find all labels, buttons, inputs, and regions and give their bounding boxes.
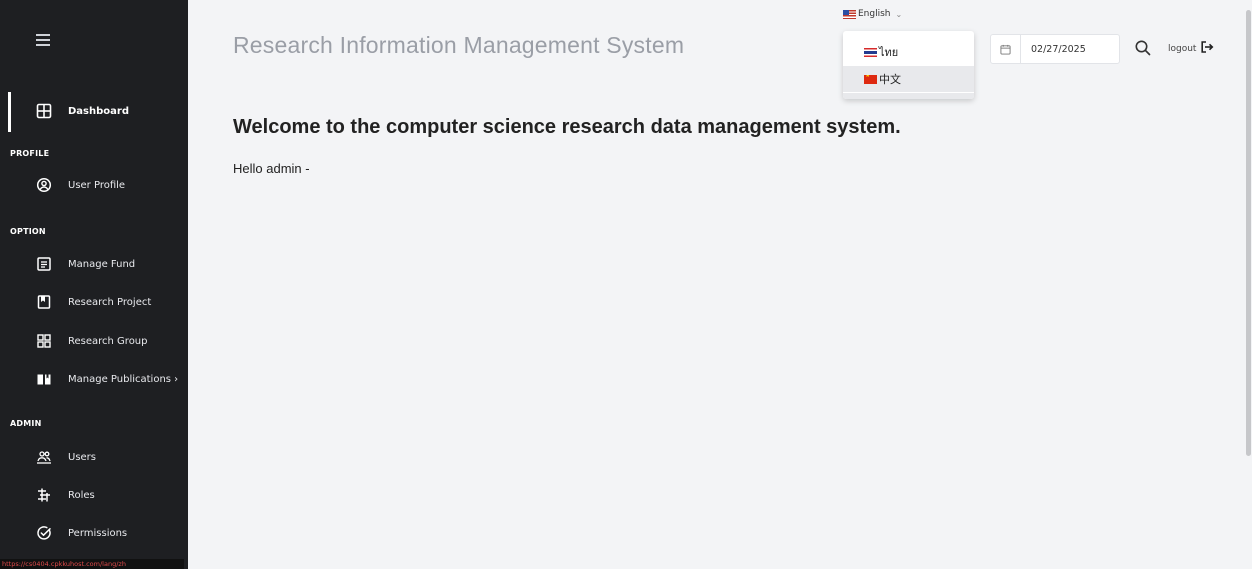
dropdown-footer xyxy=(843,93,974,99)
sidebar-item-users[interactable]: Users xyxy=(36,447,96,467)
sidebar-item-label: Users xyxy=(68,451,97,463)
sidebar-item-roles[interactable]: Roles xyxy=(36,485,95,505)
language-option-thai[interactable]: ไทย xyxy=(843,39,974,65)
greeting-text: Hello admin - xyxy=(233,161,310,176)
users-icon xyxy=(36,449,52,465)
sidebar-item-manage-fund[interactable]: Manage Fund xyxy=(36,254,135,274)
active-indicator xyxy=(8,92,11,132)
roles-icon xyxy=(36,487,52,503)
calendar-icon[interactable] xyxy=(991,35,1021,63)
bookmark-icon xyxy=(36,294,52,310)
sidebar-item-research-project[interactable]: Research Project xyxy=(36,292,151,312)
section-title-profile: PROFILE xyxy=(10,149,50,158)
logout-button[interactable]: logout xyxy=(1168,40,1214,57)
sidebar-item-label: Permissions xyxy=(68,527,128,539)
status-bar-url: https://cs0404.cpkkuhost.com/lang/zh xyxy=(0,559,184,569)
sidebar-item-label: Research Group xyxy=(68,335,148,347)
page-title: Research Information Management System xyxy=(233,32,685,58)
sidebar-item-user-profile[interactable]: User Profile xyxy=(36,175,125,195)
search-icon[interactable] xyxy=(1134,38,1152,58)
language-option-label: ไทย xyxy=(879,46,899,59)
menu-icon[interactable] xyxy=(36,34,50,46)
page-scrollbar[interactable] xyxy=(1244,0,1252,569)
sidebar-item-permissions[interactable]: Permissions xyxy=(36,523,127,543)
dashboard-icon xyxy=(36,103,52,119)
section-title-admin: ADMIN xyxy=(10,419,42,428)
sidebar-item-dashboard[interactable]: Dashboard xyxy=(36,101,129,121)
sidebar-item-label: Roles xyxy=(68,489,95,501)
sidebar-item-manage-publications[interactable]: Manage Publications › xyxy=(36,369,178,389)
section-title-option: OPTION xyxy=(10,227,46,236)
language-dropdown: ไทย 中文 xyxy=(843,31,974,99)
sidebar: Dashboard PROFILE User Profile OPTION Ma… xyxy=(0,0,188,569)
language-option-chinese[interactable]: 中文 xyxy=(843,66,974,92)
sidebar-item-label: Manage Fund xyxy=(68,258,136,270)
language-option-label: 中文 xyxy=(879,73,901,86)
thai-flag-icon xyxy=(864,47,877,57)
sidebar-item-research-group[interactable]: Research Group xyxy=(36,331,148,351)
user-circle-icon xyxy=(36,177,52,193)
us-flag-icon xyxy=(843,9,856,19)
logout-icon xyxy=(1200,40,1214,57)
date-picker[interactable] xyxy=(990,34,1120,64)
sidebar-item-label: User Profile xyxy=(68,179,126,191)
chevron-down-icon: ⌄ xyxy=(895,9,903,19)
language-selector[interactable]: English ⌄ xyxy=(843,9,902,19)
sidebar-item-label: Manage Publications › xyxy=(68,373,179,385)
sidebar-item-label: Research Project xyxy=(68,296,152,308)
logout-label: logout xyxy=(1168,43,1197,54)
date-input[interactable] xyxy=(1031,41,1111,57)
check-circle-icon xyxy=(36,525,52,541)
document-icon xyxy=(36,256,52,272)
language-current-label: English xyxy=(858,9,891,19)
china-flag-icon xyxy=(864,74,877,84)
scrollbar-thumb[interactable] xyxy=(1246,10,1251,456)
welcome-heading: Welcome to the computer science research… xyxy=(233,116,901,138)
sidebar-item-label: Dashboard xyxy=(68,105,129,117)
book-open-icon xyxy=(36,371,52,387)
grid-icon xyxy=(36,333,52,349)
